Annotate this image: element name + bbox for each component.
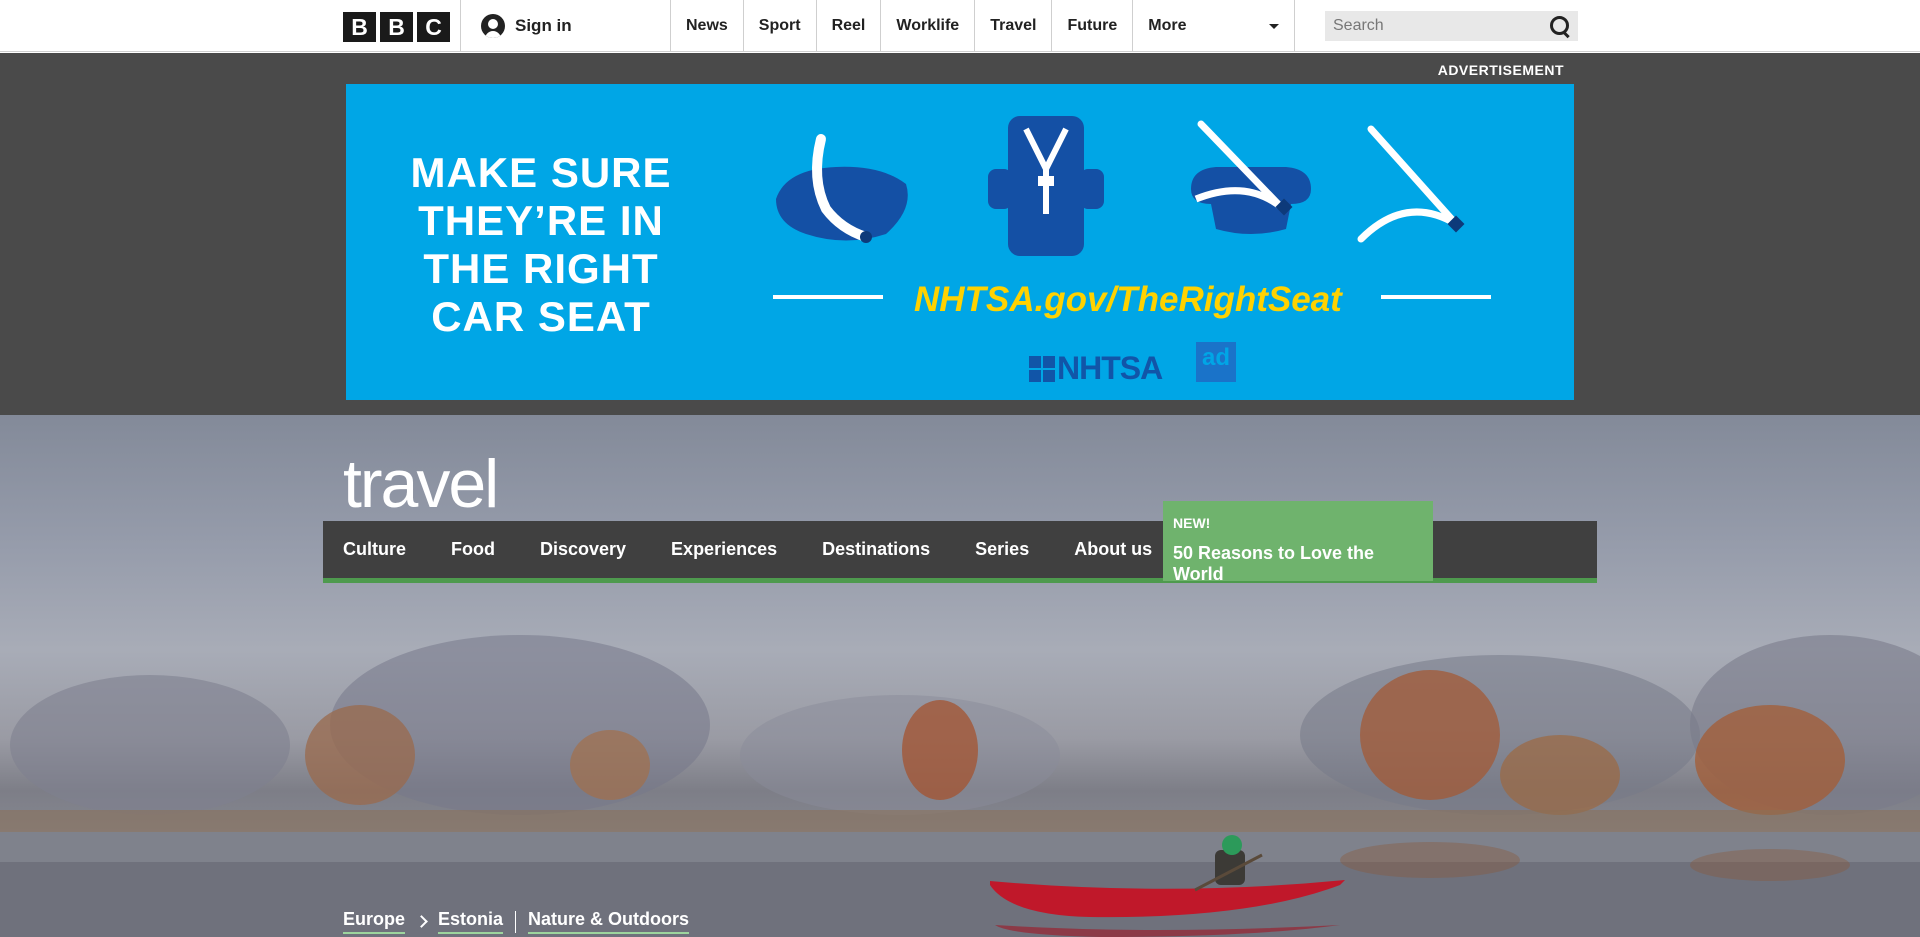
nav-news[interactable]: News [671,0,744,52]
chevron-right-icon [415,915,428,928]
ad-council-logo: ad [1196,342,1236,382]
travel-nav-experiences[interactable]: Experiences [671,539,777,560]
travel-nav-discovery[interactable]: Discovery [540,539,626,560]
promo-50-reasons[interactable]: NEW! 50 Reasons to Love the World [1163,501,1433,584]
travel-nav-destinations[interactable]: Destinations [822,539,930,560]
booster-seat-icon [1191,120,1311,234]
nav-travel[interactable]: Travel [975,0,1053,52]
sign-in-link[interactable]: Sign in [460,0,572,52]
bbc-logo-letter-c: C [417,12,450,42]
travel-hero: travel Culture Food Discovery Experience… [0,415,1920,937]
promo-new-badge: NEW! [1173,515,1211,531]
search-input[interactable] [1333,17,1550,35]
search-box [1325,11,1578,41]
caret-down-icon [1269,23,1280,29]
bbc-main-nav: News Sport Reel Worklife Travel Future M… [670,0,1296,52]
travel-nav-food[interactable]: Food [451,539,495,560]
sign-in-label: Sign in [515,16,572,35]
travel-logo[interactable]: travel [343,445,499,523]
breadcrumb-estonia[interactable]: Estonia [438,909,504,934]
nav-sport[interactable]: Sport [744,0,817,52]
ad-headline: MAKE SURE THEY’RE IN THE RIGHT CAR SEAT [406,149,676,341]
nav-reel[interactable]: Reel [817,0,882,52]
ad-divider-line [1381,295,1491,299]
ad-headline-line: CAR SEAT [431,293,651,340]
ad-divider-line [773,295,883,299]
convertible-seat-icon [988,116,1104,256]
bbc-logo[interactable]: B B C [343,12,450,42]
misty-lake-photo [0,635,1920,937]
infant-seat-icon [776,134,908,243]
bbc-logo-letter-b1: B [343,12,376,42]
nhtsa-logo-text: NHTSA [1057,350,1163,386]
bbc-logo-letter-b2: B [380,12,413,42]
breadcrumb-europe[interactable]: Europe [343,909,406,934]
travel-nav-series[interactable]: Series [975,539,1029,560]
travel-nav-about-us[interactable]: About us [1074,539,1152,560]
seat-belt-icon [1357,125,1465,243]
travel-nav-culture[interactable]: Culture [343,539,406,560]
nhtsa-mark-icon [1029,355,1055,382]
ad-headline-line: THEY’RE IN [418,197,664,244]
advertisement-label: ADVERTISEMENT [1437,62,1564,78]
nav-worklife[interactable]: Worklife [881,0,976,52]
nav-more-dropdown[interactable]: More [1133,0,1296,52]
promo-title: 50 Reasons to Love the World [1173,543,1375,584]
user-icon [481,14,505,38]
advertisement-banner[interactable]: MAKE SURE THEY’RE IN THE RIGHT CAR SEAT [346,84,1574,400]
ad-headline-line: MAKE SURE [410,149,672,196]
search-icon[interactable] [1550,16,1570,36]
breadcrumb-divider [515,910,517,933]
breadcrumb: Europe Estonia Nature & Outdoors [343,909,690,934]
nhtsa-logo: NHTSA [1029,350,1163,387]
nav-future[interactable]: Future [1052,0,1134,52]
bbc-top-bar: B B C Sign in News Sport Reel Worklife T… [0,0,1920,52]
breadcrumb-nature-outdoors[interactable]: Nature & Outdoors [528,909,690,934]
ad-url[interactable]: NHTSA.gov/TheRightSeat [914,280,1342,320]
nav-more-label: More [1148,17,1187,34]
advertisement-band: ADVERTISEMENT MAKE SURE THEY’RE IN THE R… [0,53,1920,415]
ad-headline-line: THE RIGHT [423,245,659,292]
